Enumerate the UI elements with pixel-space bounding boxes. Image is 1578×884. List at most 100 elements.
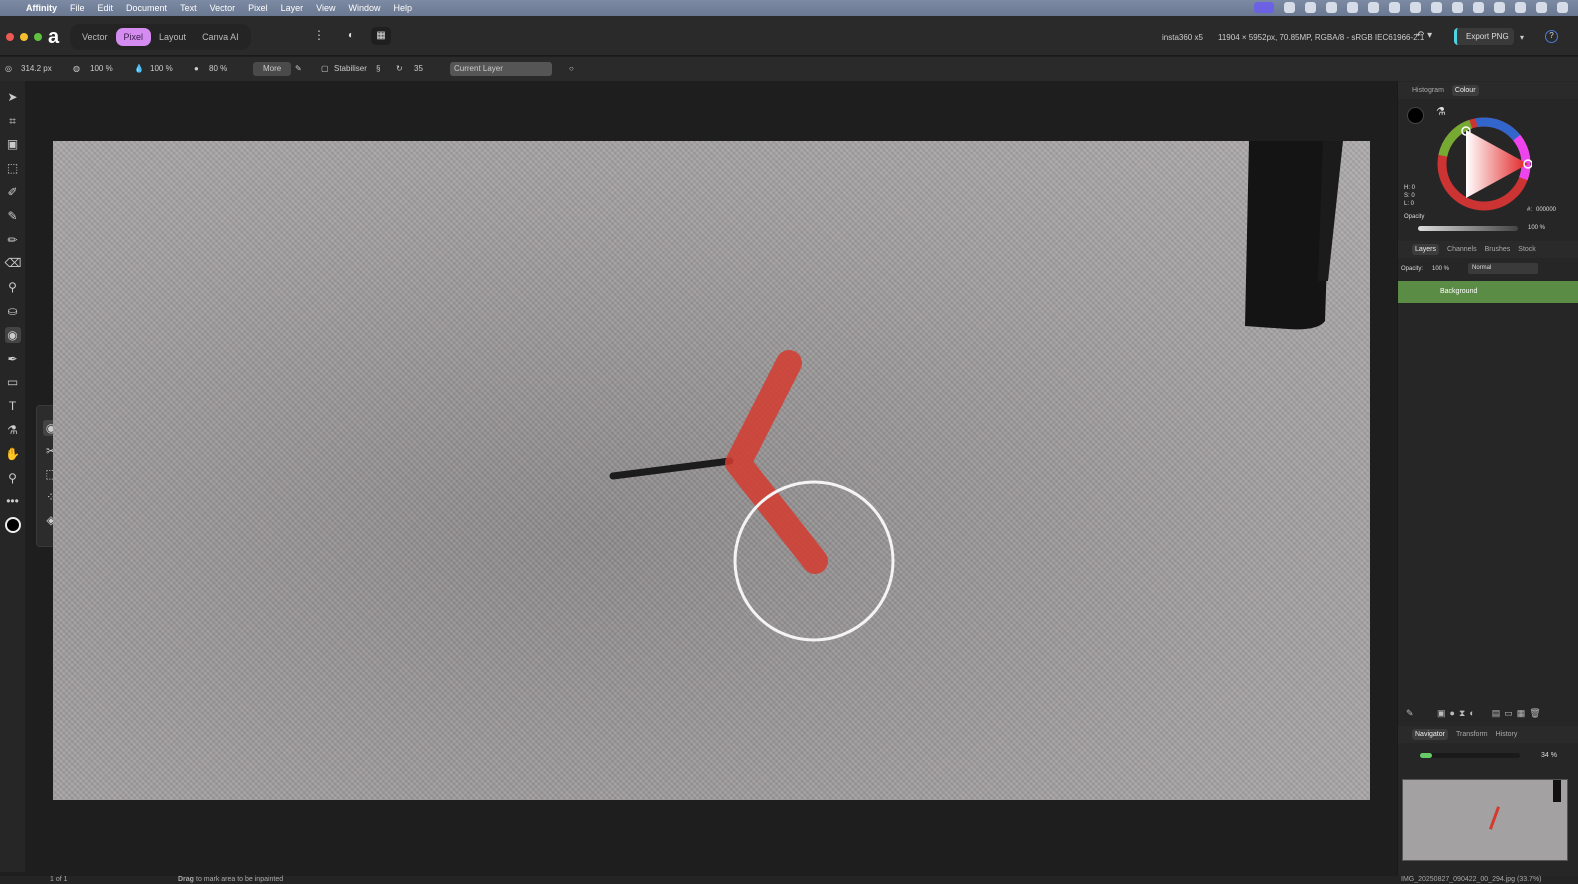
brush-width-field[interactable]: 314.2 px (21, 62, 52, 76)
assistant-icon[interactable]: ◐ (341, 27, 361, 45)
control-center-icon[interactable] (1557, 2, 1568, 13)
persona-vector[interactable]: Vector (74, 28, 116, 46)
snapping-icon[interactable]: ▦ (371, 27, 391, 45)
persona-canva-ai[interactable]: Canva AI (194, 28, 247, 46)
persona-layout[interactable]: Layout (151, 28, 194, 46)
tools-panel: ➤ ⌗ ▣ ⬚ ✐ ✎ ✏ ⌫ ⚲ ⛀ ◉ ✒ ▭ T ⚗ ✋ ⚲ ••• (0, 81, 25, 872)
undo-history-icon[interactable]: ↶ ▾ (1416, 30, 1432, 41)
chair-leg-object (1245, 141, 1331, 330)
more-button[interactable]: More (253, 62, 292, 76)
zoom-tool-icon[interactable]: ⚲ (5, 470, 21, 486)
tab-channels[interactable]: Channels (1447, 246, 1477, 253)
close-button[interactable] (6, 33, 14, 41)
marquee-tool-icon[interactable]: ⬚ (5, 160, 21, 176)
crop-tool-icon[interactable]: ⌗ (5, 113, 21, 129)
minimize-button[interactable] (20, 33, 28, 41)
color-picker-icon[interactable]: ⚗ (5, 422, 21, 438)
hex-field[interactable]: 000000 (1536, 207, 1556, 213)
layers-panel-tabs: Layers Channels Brushes Stock (1398, 241, 1578, 258)
colour-wheel[interactable] (1436, 116, 1532, 212)
status-icon[interactable] (1368, 2, 1379, 13)
zoom-field[interactable]: 34 % (1541, 752, 1557, 759)
menu-help[interactable]: Help (394, 3, 413, 13)
tab-colour[interactable]: Colour (1451, 85, 1479, 96)
status-icon[interactable] (1410, 2, 1421, 13)
menu-view[interactable]: View (316, 3, 335, 13)
stabiliser-value[interactable]: 35 (414, 62, 423, 76)
screen-share-icon[interactable] (1254, 2, 1274, 13)
more-tools-icon[interactable]: ••• (5, 493, 21, 509)
opacity-field[interactable]: 100 % (1528, 225, 1545, 231)
document-canvas[interactable] (53, 141, 1370, 800)
brush-settings-icon[interactable]: ✎ (295, 62, 302, 76)
text-tool-icon[interactable]: T (5, 398, 21, 414)
opacity-field[interactable]: 100 % (90, 62, 113, 76)
dodge-tool-icon[interactable]: ⚲ (5, 279, 21, 295)
tab-stock[interactable]: Stock (1518, 246, 1536, 253)
pen-tool-icon[interactable]: ✒ (5, 351, 21, 367)
tab-brushes[interactable]: Brushes (1485, 246, 1511, 253)
tab-transform[interactable]: Transform (1456, 731, 1488, 738)
persona-pixel[interactable]: Pixel (115, 28, 152, 46)
primary-colour-swatch[interactable] (1407, 107, 1424, 124)
opacity-slider[interactable] (1418, 226, 1518, 231)
source-select[interactable]: Current Layer (450, 62, 552, 76)
moon-icon[interactable] (1473, 2, 1484, 13)
flow-field[interactable]: 100 % (150, 62, 173, 76)
hand-tool-icon[interactable]: ✋ (5, 446, 21, 462)
stabiliser-checkbox[interactable]: ▢ (321, 62, 329, 76)
status-icon[interactable] (1305, 2, 1316, 13)
pixel-tool-icon[interactable]: ✏ (5, 232, 21, 248)
move-tool-icon[interactable]: ➤ (5, 89, 21, 105)
zoom-slider[interactable] (1420, 753, 1520, 758)
clock-icon[interactable] (1494, 2, 1505, 13)
menu-window[interactable]: Window (348, 3, 380, 13)
layer-row-background[interactable]: Background (1398, 281, 1578, 303)
inpainting-tool-icon[interactable]: ◉ (4, 326, 21, 343)
menu-file[interactable]: File (70, 3, 85, 13)
menu-app[interactable]: Affinity (26, 3, 57, 13)
tab-layers[interactable]: Layers (1412, 244, 1440, 255)
tab-navigator[interactable]: Navigator (1412, 729, 1448, 740)
window-controls (6, 33, 42, 41)
menu-text[interactable]: Text (180, 3, 197, 13)
camera-icon[interactable] (1284, 2, 1295, 13)
reset-icon[interactable]: ○ (569, 62, 574, 76)
blend-mode-select[interactable]: Normal (1468, 263, 1538, 274)
zoom-button[interactable] (34, 33, 42, 41)
wifi-icon[interactable] (1515, 2, 1526, 13)
rope-mode-icon[interactable]: § (376, 62, 380, 76)
status-icon[interactable] (1326, 2, 1337, 13)
status-icon[interactable] (1389, 2, 1400, 13)
color-swatch-icon[interactable] (4, 517, 21, 534)
navigator-preview[interactable] (1402, 779, 1568, 861)
menu-pixel[interactable]: Pixel (248, 3, 268, 13)
window-mode-icon[interactable]: ↻ (396, 62, 403, 76)
export-png-button[interactable]: Export PNG (1454, 28, 1514, 45)
menu-document[interactable]: Document (126, 3, 167, 13)
menu-layer[interactable]: Layer (281, 3, 304, 13)
more-icon[interactable]: ⋮ (313, 28, 325, 42)
erase-tool-icon[interactable]: ⌫ (5, 255, 22, 271)
layer-opacity-field[interactable]: 100 % (1432, 266, 1449, 272)
tab-histogram[interactable]: Histogram (1412, 87, 1444, 94)
export-dropdown-icon[interactable]: ▾ (1520, 33, 1524, 42)
paint-brush-icon[interactable]: ✎ (5, 208, 21, 224)
view-tool-icon[interactable]: ▣ (5, 136, 21, 152)
help-button[interactable]: ? (1545, 30, 1558, 43)
status-icon[interactable] (1347, 2, 1358, 13)
status-icon[interactable] (1431, 2, 1442, 13)
clone-tool-icon[interactable]: ⛀ (5, 303, 21, 319)
selection-brush-icon[interactable]: ✐ (5, 184, 21, 200)
page-indicator: 1 of 1 (50, 876, 68, 883)
bluetooth-icon[interactable] (1452, 2, 1463, 13)
status-bar: 1 of 1 Drag to mark area to be inpainted… (0, 876, 1578, 884)
menu-edit[interactable]: Edit (98, 3, 114, 13)
brush-width-icon: ◎ (5, 64, 12, 73)
shape-tool-icon[interactable]: ▭ (5, 374, 21, 390)
menu-vector[interactable]: Vector (210, 3, 236, 13)
search-icon[interactable] (1536, 2, 1547, 13)
tab-history[interactable]: History (1496, 731, 1518, 738)
document-info: 11904 × 5952px, 70.85MP, RGBA/8 - sRGB I… (1218, 33, 1425, 42)
hardness-field[interactable]: 80 % (209, 62, 227, 76)
